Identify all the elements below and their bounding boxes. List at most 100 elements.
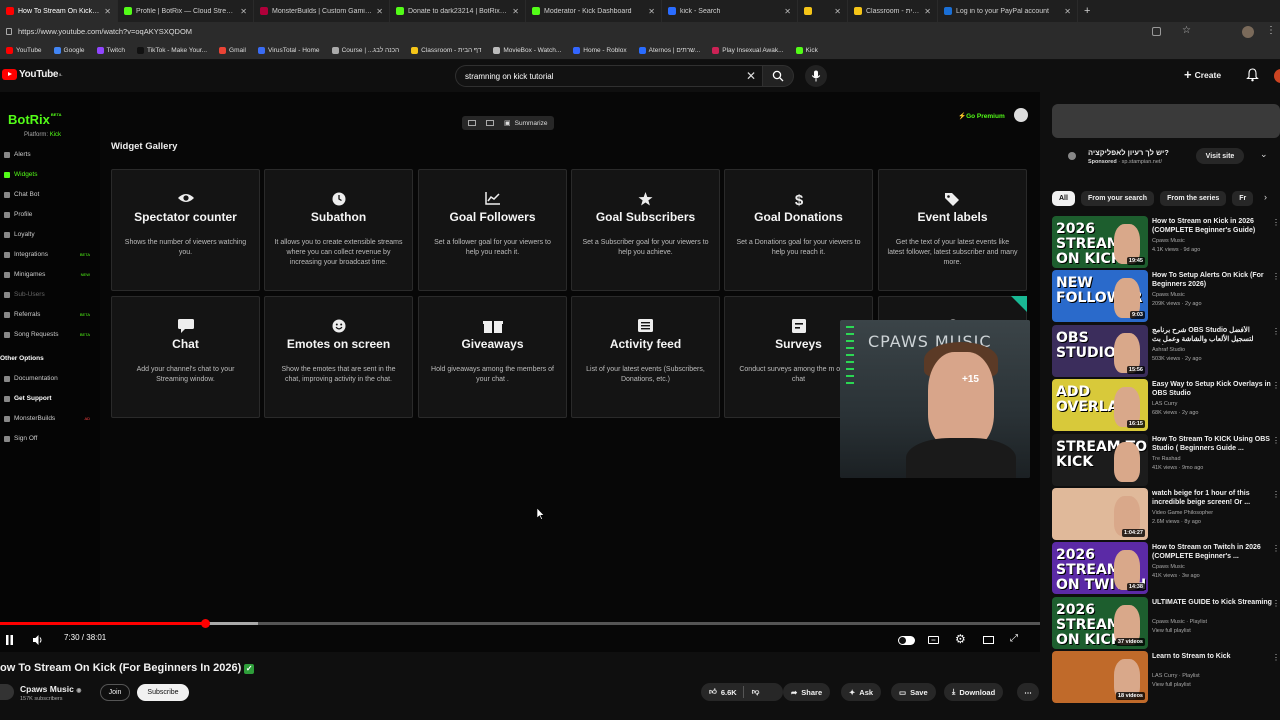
ask-button[interactable]: ✦ Ask xyxy=(841,683,882,701)
bookmark-item[interactable]: VirusTotal - Home xyxy=(252,47,326,54)
nav-item-widgets[interactable]: Widgets xyxy=(4,171,96,178)
subscribe-button[interactable]: Subscribe xyxy=(137,684,189,701)
menu-icon[interactable]: ⋮ xyxy=(1266,25,1276,36)
widget-card-event-labels[interactable]: Event labels Get the text of your latest … xyxy=(878,169,1027,291)
pause-icon[interactable] xyxy=(5,635,14,645)
widget-card-chat[interactable]: Chat Add your channel's chat to your Stre… xyxy=(111,296,260,418)
browser-tab[interactable]: Moderator - Kick Dashboard ✕ xyxy=(526,0,662,22)
new-tab-button[interactable]: + xyxy=(1078,0,1096,22)
more-icon[interactable]: ⋮ xyxy=(1272,599,1280,608)
video-title[interactable]: ULTIMATE GUIDE to Kick Streaming xyxy=(1152,598,1272,607)
widget-card-activity-feed[interactable]: Activity feed List of your latest events … xyxy=(571,296,720,418)
recommended-video[interactable]: OBS STUDIO 15:56 شرح برنامج OBS Studio الأ… xyxy=(1052,324,1280,377)
create-button[interactable]: + Create xyxy=(1184,67,1221,82)
summarize-button[interactable]: ▣ Summarize xyxy=(462,116,554,130)
tab-close-icon[interactable]: ✕ xyxy=(784,7,791,16)
voice-search-button[interactable] xyxy=(805,65,827,87)
settings-icon[interactable]: ⚙ xyxy=(955,632,966,646)
nav-item-get-support[interactable]: Get Support xyxy=(4,395,96,402)
filter-chip[interactable]: All xyxy=(1052,191,1075,206)
nav-item-chat-bot[interactable]: Chat Bot xyxy=(4,191,96,198)
nav-item-alerts[interactable]: Alerts xyxy=(4,151,96,158)
channel-name[interactable]: Tre Rashad xyxy=(1152,456,1181,462)
search-button[interactable] xyxy=(762,65,794,87)
video-title[interactable]: How To Stream To KICK Using OBS Studio (… xyxy=(1152,435,1272,453)
video-thumbnail[interactable]: STREAM TO KICK xyxy=(1052,433,1148,486)
browser-tab[interactable]: Classroom - דף הבית✕ xyxy=(848,0,938,22)
user-avatar[interactable] xyxy=(1014,108,1028,122)
more-icon[interactable]: ⋮ xyxy=(1272,490,1280,499)
star-icon[interactable]: ☆ xyxy=(1182,25,1191,36)
join-button[interactable]: Join xyxy=(100,684,130,701)
bookmark-item[interactable]: Gmail xyxy=(213,47,252,54)
more-actions-button[interactable]: ⋯ xyxy=(1017,683,1039,701)
ad-banner-image[interactable] xyxy=(1052,104,1280,138)
more-icon[interactable]: ⋮ xyxy=(1272,272,1280,281)
video-thumbnail[interactable]: 2026 STREAM ON TWITCH 14:38 xyxy=(1052,542,1148,595)
recommended-video[interactable]: 2026 STREAM ON KICK 19:45 How to Stream on… xyxy=(1052,216,1280,268)
account-avatar[interactable] xyxy=(1274,69,1280,83)
recommended-video[interactable]: 2026 STREAM ON KICK 37 videos ULTIMATE GUI… xyxy=(1052,596,1280,649)
video-title[interactable]: شرح برنامج OBS Studio الأفضل لتسجيل الأل… xyxy=(1152,326,1272,345)
tab-close-icon[interactable]: ✕ xyxy=(104,7,111,16)
more-icon[interactable]: ⋮ xyxy=(1272,653,1280,662)
widget-card-subathon[interactable]: Subathon It allows you to create extensib… xyxy=(264,169,413,291)
address-bar[interactable]: https://www.youtube.com/watch?v=oqAKYSXQ… xyxy=(0,22,1280,42)
browser-tab[interactable]: Log in to your PayPal account ✕ xyxy=(938,0,1078,22)
video-thumbnail[interactable]: NEW FOLLOWER 9:03 xyxy=(1052,270,1148,323)
nav-item-referrals[interactable]: Referrals BETA xyxy=(4,311,96,318)
widget-card-emotes-on-screen[interactable]: Emotes on screen Show the emotes that are… xyxy=(264,296,413,418)
bookmark-item[interactable]: TikTok - Make Your... xyxy=(131,47,213,54)
bookmark-item[interactable]: Play Insexual Awak... xyxy=(706,47,789,54)
browser-tab[interactable]: Donate to dark23214 | BotRix — C ✕ xyxy=(390,0,526,22)
extensions-icon[interactable] xyxy=(1152,27,1161,36)
channel-name[interactable]: Cpaws Music · Playlist xyxy=(1152,619,1207,625)
go-premium-link[interactable]: ⚡Go Premium xyxy=(958,112,1005,120)
recommended-video[interactable]: STREAM TO KICK How To Stream To KICK Usin… xyxy=(1052,433,1280,486)
channel-name[interactable]: Video Game Philosopher xyxy=(1152,510,1213,516)
video-player[interactable]: BotRixBETA Platform: Kick Alerts Widgets C… xyxy=(0,92,1040,652)
bookmark-item[interactable]: Classroom - דף הבית xyxy=(405,47,487,54)
browser-tab[interactable]: kick - Search ✕ xyxy=(662,0,798,22)
bookmark-item[interactable]: Kick xyxy=(790,47,824,54)
tab-close-icon[interactable]: ✕ xyxy=(376,7,383,16)
autoplay-toggle[interactable] xyxy=(898,636,915,645)
volume-icon[interactable] xyxy=(32,634,44,646)
filter-chip[interactable]: Fr xyxy=(1232,191,1254,206)
bookmark-item[interactable]: MovieBox - Watch... xyxy=(487,47,567,54)
video-thumbnail[interactable]: OBS STUDIO 15:56 xyxy=(1052,324,1148,377)
recommended-video[interactable]: NEW FOLLOWER 9:03 How To Setup Alerts On K… xyxy=(1052,270,1280,323)
nav-item-documentation[interactable]: Documentation xyxy=(4,375,96,382)
browser-tab[interactable]: Profile | BotRix — Cloud Streaming ✕ xyxy=(118,0,254,22)
video-thumbnail[interactable]: ADD OVERLAYS 16:15 xyxy=(1052,379,1148,432)
widget-card-goal-donations[interactable]: $ Goal Donations Set a Donations goal for … xyxy=(724,169,873,291)
recommended-video[interactable]: 18 videos Learn to Stream to Kick LAS Curr… xyxy=(1052,651,1280,704)
more-icon[interactable]: ⋮ xyxy=(1272,381,1280,390)
captions-icon[interactable]: cc xyxy=(928,636,939,644)
nav-item-integrations[interactable]: Integrations BETA xyxy=(4,251,96,258)
channel-name[interactable]: Cpaws Music xyxy=(1152,238,1185,244)
youtube-logo[interactable]: YouTube IL xyxy=(2,69,62,80)
nav-item-minigames[interactable]: Minigames NEW xyxy=(4,271,96,278)
scrubber-handle[interactable] xyxy=(200,619,210,628)
channel-name[interactable]: LAS Curry xyxy=(1152,401,1177,407)
recommended-video[interactable]: ADD OVERLAYS 16:15 Easy Way to Setup Kick … xyxy=(1052,379,1280,432)
bookmark-item[interactable]: Aternos | שרתים... xyxy=(633,47,707,54)
recommended-video[interactable]: 2026 STREAM ON TWITCH 14:38 How to Stream … xyxy=(1052,542,1280,595)
video-thumbnail[interactable]: 1:04:27 xyxy=(1052,488,1148,540)
channel-name[interactable]: Cpaws Music xyxy=(1152,292,1185,298)
channel-avatar[interactable] xyxy=(0,684,14,700)
like-button[interactable]: 👍︎ 6.6K xyxy=(701,686,744,698)
video-progress-bar[interactable] xyxy=(0,619,1040,628)
nav-item-loyalty[interactable]: Loyalty xyxy=(4,231,96,238)
download-button[interactable]: ⤓ Download xyxy=(944,683,1004,701)
tab-close-icon[interactable]: ✕ xyxy=(1064,7,1071,16)
search-input[interactable]: stramning on kick tutorial ✕ xyxy=(455,65,762,87)
nav-item-song-requests[interactable]: Song Requests BETA xyxy=(4,331,96,338)
clear-search-icon[interactable]: ✕ xyxy=(746,69,756,83)
share-button[interactable]: ➦ Share xyxy=(783,683,831,701)
bookmark-item[interactable]: Home - Roblox xyxy=(567,47,632,54)
video-thumbnail[interactable]: 18 videos xyxy=(1052,651,1148,704)
more-icon[interactable]: ⋮ xyxy=(1272,544,1280,553)
ad-headline[interactable]: יש לך רעיון לאפליקציה? xyxy=(1088,148,1169,157)
